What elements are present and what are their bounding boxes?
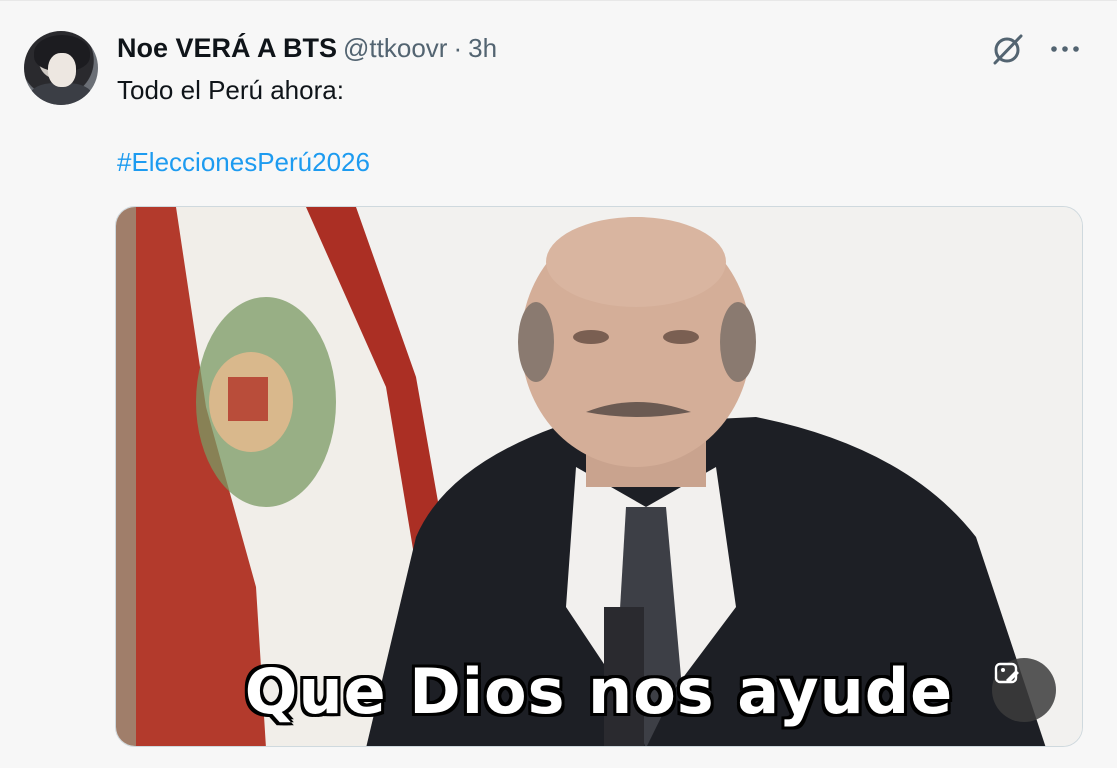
slash-circle-icon (993, 34, 1023, 65)
more-button[interactable] (1047, 31, 1083, 67)
author-name[interactable]: Noe VERÁ A BTS (117, 33, 337, 64)
timestamp[interactable]: 3h (468, 33, 497, 64)
avatar[interactable] (24, 31, 98, 105)
alt-text-button[interactable] (992, 658, 1056, 722)
avatar-face (48, 53, 76, 87)
image-edit-icon (994, 662, 1019, 684)
hashtag-link[interactable]: #EleccionesPerú2026 (117, 145, 370, 179)
tweet-header: Noe VERÁ A BTS @ttkoovr · 3h (117, 31, 497, 65)
tweet-media[interactable]: Que Dios nos ayude (115, 206, 1083, 747)
media-caption: Que Dios nos ayude (244, 655, 954, 728)
more-horizontal-icon (1051, 46, 1079, 52)
author-handle[interactable]: @ttkoovr (343, 33, 447, 64)
tweet-text: Todo el Perú ahora: (117, 75, 344, 105)
tweet[interactable]: Noe VERÁ A BTS @ttkoovr · 3h Todo el Per… (0, 0, 1117, 768)
grok-button[interactable] (989, 31, 1025, 67)
tweet-actions (989, 31, 1083, 67)
separator-dot: · (453, 32, 463, 63)
